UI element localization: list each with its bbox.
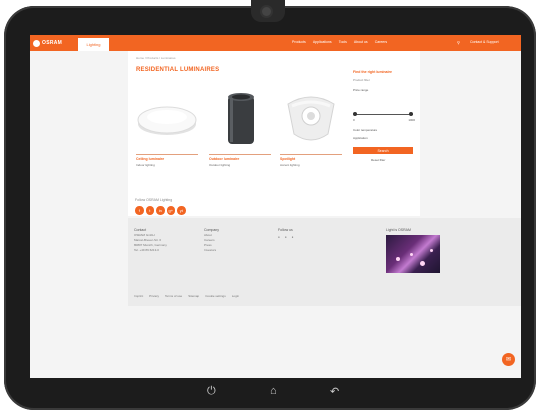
range-slider-track[interactable]	[355, 114, 413, 115]
youtube-icon[interactable]: yt	[177, 206, 186, 215]
legal-link-imprint[interactable]: Imprint	[134, 294, 143, 298]
brand-logo[interactable]: OSRAM	[33, 38, 62, 48]
screen: OSRAM Lighting Products Applications Too…	[30, 35, 521, 378]
outdoor-lamp-image	[207, 84, 273, 152]
range-label: Price range	[353, 88, 369, 92]
facebook-icon[interactable]: ●	[278, 235, 280, 240]
legal-link-login[interactable]: Login	[232, 294, 239, 298]
product-desc: Outdoor lighting	[209, 163, 231, 167]
footer-col-contact: Contact OSRAM GmbH Marcel-Breuer-Str. 6 …	[134, 228, 167, 253]
range-min-value: 0	[353, 118, 355, 122]
search-button[interactable]: Search	[353, 147, 413, 154]
footer-col-feature: Light is OSRAM	[386, 228, 411, 233]
footer-link[interactable]: Investors	[204, 248, 219, 253]
nav-item-tools[interactable]: Tools	[339, 40, 347, 44]
twitter-icon[interactable]: ●	[285, 235, 287, 240]
filter-option-color[interactable]: Color temperature	[353, 128, 377, 132]
range-slider-min-handle[interactable]	[353, 112, 357, 116]
filter-option-application[interactable]: Application	[353, 136, 368, 140]
breadcrumb[interactable]: Home / Products / Luminaires	[136, 56, 176, 60]
ceiling-lamp-image	[134, 84, 200, 152]
top-navigation-bar: OSRAM Lighting Products Applications Too…	[30, 35, 521, 51]
legal-link-privacy[interactable]: Privacy	[149, 294, 159, 298]
search-icon[interactable]: ⚲	[457, 40, 460, 45]
googleplus-icon[interactable]: g+	[166, 206, 175, 215]
follow-label: Follow OSRAM Lighting	[135, 198, 173, 202]
tab-active[interactable]: Lighting	[78, 38, 109, 51]
product-divider	[136, 154, 198, 155]
home-icon[interactable]: ⌂	[270, 385, 277, 397]
feature-image[interactable]	[386, 235, 440, 273]
product-name[interactable]: Ceiling luminaire	[136, 157, 164, 161]
product-card[interactable]: Ceiling luminaire Indoor lighting	[134, 84, 200, 167]
camera-icon	[262, 7, 271, 16]
footer-col-follow: Follow us ● ● ●	[278, 228, 293, 240]
power-icon[interactable]: ⏻	[207, 385, 216, 398]
reset-filter-link[interactable]: Reset filter	[371, 158, 385, 162]
social-icons: f t in g+ yt	[135, 206, 186, 215]
product-divider	[209, 154, 271, 155]
main-nav: Products Applications Tools About us Car…	[292, 40, 387, 44]
youtube-icon[interactable]: ●	[292, 235, 294, 240]
product-divider	[280, 154, 342, 155]
nav-item-applications[interactable]: Applications	[313, 40, 332, 44]
footer-heading: Follow us	[278, 228, 293, 232]
product-name[interactable]: Outdoor luminaire	[209, 157, 239, 161]
logo-mark-icon	[33, 39, 40, 47]
product-filter-panel: Find the right luminaire Product filter …	[353, 70, 415, 162]
main-content: Home / Products / Luminaires RESIDENTIAL…	[128, 51, 420, 216]
product-desc: Accent lighting	[280, 163, 300, 167]
nav-item-careers[interactable]: Careers	[375, 40, 387, 44]
follow-section: Follow OSRAM Lighting f t in g+ yt	[135, 198, 186, 215]
product-card[interactable]: Outdoor luminaire Outdoor lighting	[207, 84, 273, 167]
nav-item-products[interactable]: Products	[292, 40, 306, 44]
spotlight-image	[278, 84, 344, 152]
product-name[interactable]: Spotlight	[280, 157, 295, 161]
footer-heading: Light is OSRAM	[386, 228, 411, 232]
linkedin-icon[interactable]: in	[156, 206, 165, 215]
legal-link-sitemap[interactable]: Sitemap	[188, 294, 199, 298]
logo-text: OSRAM	[42, 40, 63, 46]
footer: Contact OSRAM GmbH Marcel-Breuer-Str. 6 …	[128, 218, 521, 306]
back-icon[interactable]: ↶	[330, 385, 339, 398]
contact-link[interactable]: Contact & Support	[470, 40, 499, 44]
footer-line: Tel. +49 89 6213-0	[134, 248, 159, 252]
nav-item-about[interactable]: About us	[354, 40, 368, 44]
footer-col-company: Company About Careers Press Investors	[204, 228, 219, 253]
facebook-icon[interactable]: f	[135, 206, 144, 215]
twitter-icon[interactable]: t	[145, 206, 154, 215]
page-title: RESIDENTIAL LUMINAIRES	[136, 67, 220, 73]
legal-link-terms[interactable]: Terms of use	[165, 294, 182, 298]
filter-title: Find the right luminaire	[353, 70, 392, 74]
range-slider-max-handle[interactable]	[409, 112, 413, 116]
legal-links: Imprint Privacy Terms of use Sitemap Coo…	[134, 294, 239, 298]
chat-icon[interactable]: ✉	[502, 353, 515, 366]
product-card[interactable]: Spotlight Accent lighting	[278, 84, 344, 167]
product-desc: Indoor lighting	[136, 163, 155, 167]
system-navigation-bar: ⏻ ⌂ ↶	[0, 381, 540, 403]
legal-link-cookies[interactable]: Cookie settings	[205, 294, 226, 298]
range-max-value: 1000	[408, 118, 415, 122]
